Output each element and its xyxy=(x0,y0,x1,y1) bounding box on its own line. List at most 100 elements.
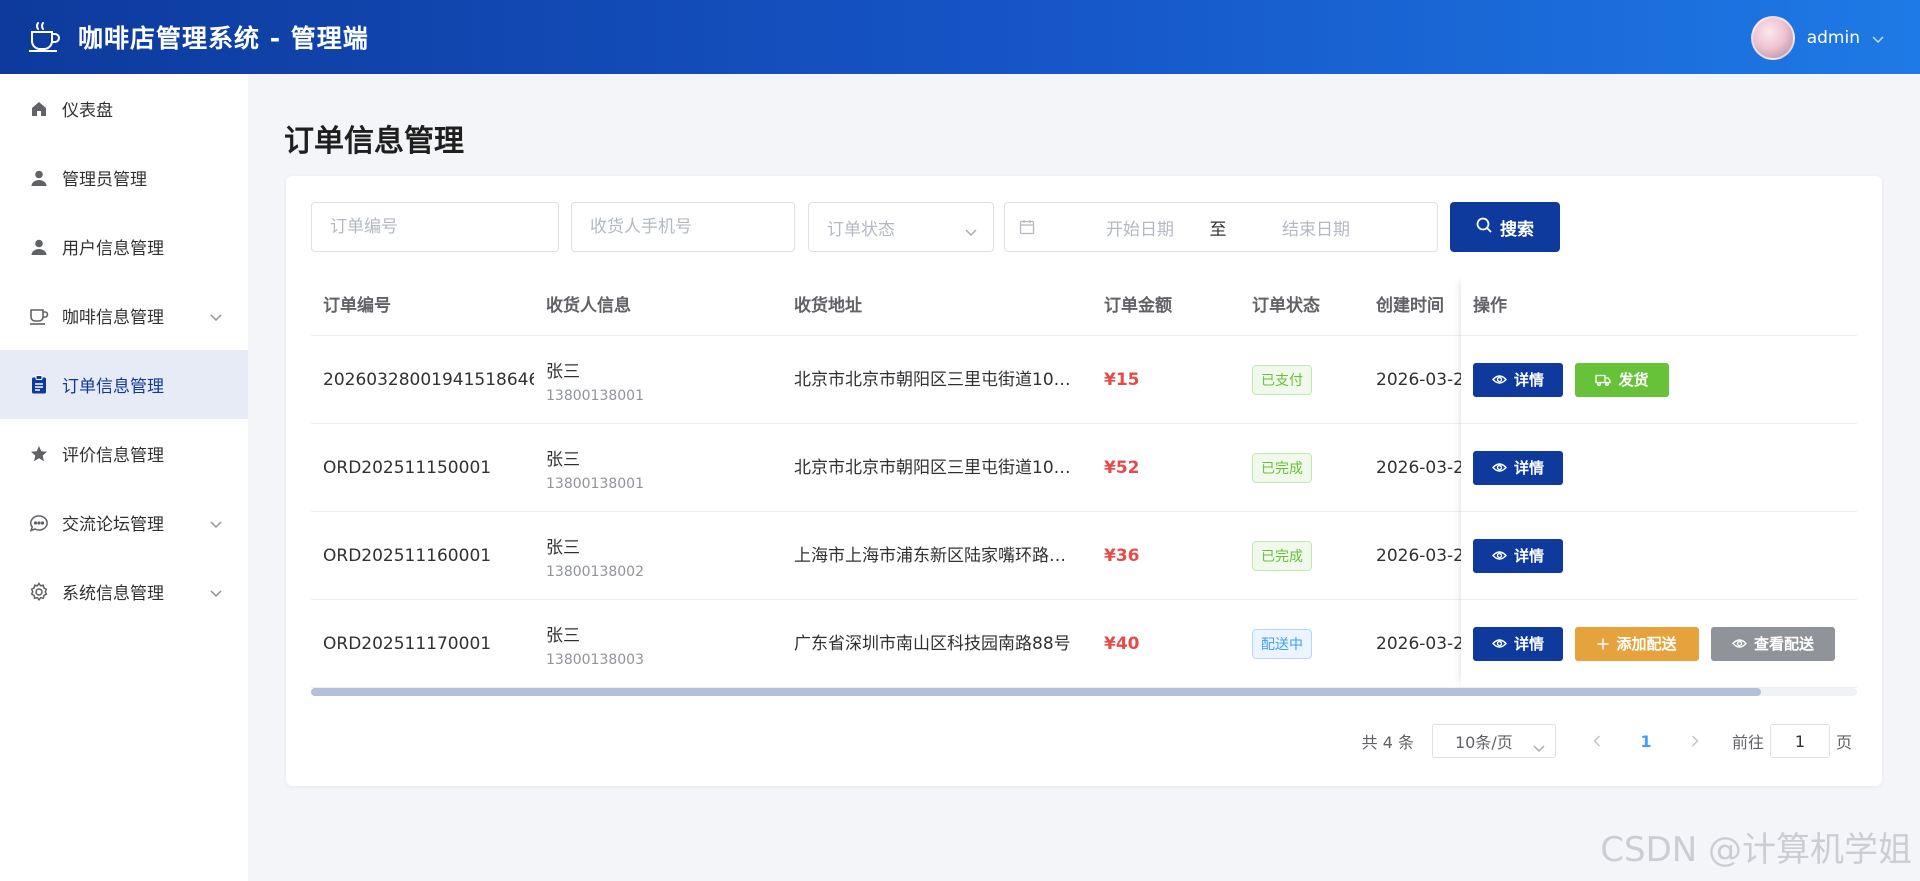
order-number: ORD202511170001 xyxy=(323,634,492,654)
order-number-input[interactable] xyxy=(311,202,559,252)
detail-button[interactable]: 详情 xyxy=(1473,538,1563,573)
detail-button-label: 详情 xyxy=(1513,459,1544,477)
column-header-status: 订单状态 xyxy=(1252,296,1320,316)
chat-icon xyxy=(28,512,50,534)
column-header-address: 收货地址 xyxy=(794,296,862,316)
sidebar-item-coffee[interactable]: 咖啡信息管理 xyxy=(0,281,248,350)
receiver-address: 上海市上海市浦东新区陆家嘴环路… xyxy=(794,546,1066,566)
view-delivery-button[interactable]: 查看配送 xyxy=(1711,626,1835,661)
chevron-down-icon[interactable] xyxy=(1872,29,1884,48)
order-amount: ¥52 xyxy=(1104,458,1140,478)
chevron-down-icon[interactable] xyxy=(210,583,222,603)
order-number: 20260328001941518646 xyxy=(323,370,534,390)
sidebar-item-label: 管理员管理 xyxy=(62,170,147,190)
sidebar-item-label: 仪表盘 xyxy=(62,101,113,121)
goto-label: 前往 xyxy=(1731,733,1764,752)
order-amount: ¥36 xyxy=(1104,546,1140,566)
detail-button[interactable]: 详情 xyxy=(1473,450,1563,485)
detail-button-label: 详情 xyxy=(1513,635,1544,653)
calendar-icon xyxy=(1019,219,1035,240)
receiver-name: 张三 xyxy=(546,361,580,382)
order-amount: ¥15 xyxy=(1104,370,1140,390)
receiver-name: 张三 xyxy=(546,625,580,646)
eye-icon xyxy=(1492,551,1507,560)
receiver-info: 张三 13800138003 xyxy=(534,600,782,688)
ship-button-label: 发货 xyxy=(1618,371,1649,389)
sidebar: 仪表盘 管理员管理 用户信息管理 咖啡信息管理 订单信息管理 评价信息管理 交流… xyxy=(0,74,248,881)
sidebar-item-reviews[interactable]: 评价信息管理 xyxy=(0,419,248,488)
horizontal-scrollbar[interactable] xyxy=(311,688,1857,696)
order-status: 已完成 xyxy=(1240,424,1364,512)
sidebar-item-orders[interactable]: 订单信息管理 xyxy=(0,350,248,419)
order-status-select[interactable]: 订单状态 xyxy=(808,202,994,252)
date-end-input[interactable]: 结束日期 xyxy=(1251,215,1381,240)
orders-card: 订单状态 开始日期 至 结束日期 搜索 订单编号 收货人信息 收货地址 订单金额 xyxy=(286,176,1882,786)
page-number-current[interactable]: 1 xyxy=(1626,732,1666,751)
sidebar-item-forum[interactable]: 交流论坛管理 xyxy=(0,488,248,557)
chevron-right-icon[interactable] xyxy=(1680,735,1710,747)
sidebar-item-users[interactable]: 用户信息管理 xyxy=(0,212,248,281)
search-button[interactable]: 搜索 xyxy=(1450,202,1560,252)
order-status-placeholder: 订单状态 xyxy=(827,219,895,240)
status-badge: 配送中 xyxy=(1252,629,1312,659)
receiver-info: 张三 13800138001 xyxy=(534,424,782,512)
row-actions: 详情 发货 xyxy=(1461,336,1857,424)
sidebar-item-admins[interactable]: 管理员管理 xyxy=(0,143,248,212)
detail-button[interactable]: 详情 xyxy=(1473,626,1563,661)
eye-icon xyxy=(1492,375,1507,384)
view-delivery-button-label: 查看配送 xyxy=(1753,635,1814,653)
date-start-input[interactable]: 开始日期 xyxy=(1085,215,1195,240)
page-size-select[interactable]: 10条/页 xyxy=(1431,724,1556,758)
page-size-value: 10条/页 xyxy=(1454,733,1513,752)
receiver-address: 北京市北京市朝阳区三里屯街道10… xyxy=(794,458,1071,478)
pagination: 共 4 条 10条/页 1 前往 页 xyxy=(1362,724,1852,758)
status-badge: 已完成 xyxy=(1252,541,1312,571)
column-header-receiver: 收货人信息 xyxy=(546,296,631,316)
coffee-cup-icon xyxy=(28,305,50,327)
user-icon xyxy=(28,236,50,258)
status-badge: 已完成 xyxy=(1252,453,1312,483)
user-menu[interactable]: admin xyxy=(1750,16,1884,60)
chevron-down-icon[interactable] xyxy=(210,307,222,327)
search-button-label: 搜索 xyxy=(1500,219,1534,240)
receiver-name: 张三 xyxy=(546,537,580,558)
receiver-phone: 13800138003 xyxy=(546,651,644,668)
eye-icon xyxy=(1492,639,1507,648)
sidebar-item-dashboard[interactable]: 仪表盘 xyxy=(0,74,248,143)
order-status: 配送中 xyxy=(1240,600,1364,688)
home-icon xyxy=(28,98,50,120)
receiver-phone: 13800138002 xyxy=(546,563,644,580)
chevron-left-icon[interactable] xyxy=(1582,735,1612,747)
order-status: 已支付 xyxy=(1240,336,1364,424)
plus-icon xyxy=(1597,638,1609,649)
row-actions: 详情 xyxy=(1461,512,1857,600)
row-actions: 详情 添加配送 查看配送 xyxy=(1461,600,1857,688)
sidebar-item-label: 交流论坛管理 xyxy=(62,515,164,535)
receiver-phone: 13800138001 xyxy=(546,475,644,492)
sidebar-item-label: 评价信息管理 xyxy=(62,446,164,466)
page-jump-input[interactable] xyxy=(1769,724,1830,758)
chevron-down-icon[interactable] xyxy=(210,514,222,534)
receiver-name: 张三 xyxy=(546,449,580,470)
order-status: 已完成 xyxy=(1240,512,1364,600)
date-range-picker[interactable]: 开始日期 至 结束日期 xyxy=(1004,202,1438,252)
receiver-phone: 13800138001 xyxy=(546,387,644,404)
top-header: 咖啡店管理系统 - 管理端 admin xyxy=(0,0,1920,74)
sidebar-item-label: 咖啡信息管理 xyxy=(62,308,164,328)
username[interactable]: admin xyxy=(1807,28,1860,48)
chevron-down-icon xyxy=(965,222,977,242)
page-title: 订单信息管理 xyxy=(284,124,464,159)
clipboard-icon xyxy=(28,374,50,396)
detail-button[interactable]: 详情 xyxy=(1473,362,1563,397)
sidebar-item-system[interactable]: 系统信息管理 xyxy=(0,557,248,626)
scrollbar-thumb[interactable] xyxy=(311,688,1761,696)
ship-button[interactable]: 发货 xyxy=(1575,362,1669,397)
receiver-phone-input[interactable] xyxy=(571,202,795,252)
star-icon xyxy=(28,443,50,465)
column-header-actions: 操作 xyxy=(1461,276,1857,336)
order-number: ORD202511150001 xyxy=(323,458,492,478)
add-delivery-button[interactable]: 添加配送 xyxy=(1575,626,1699,661)
avatar[interactable] xyxy=(1750,16,1795,60)
detail-button-label: 详情 xyxy=(1513,547,1544,565)
sidebar-item-label: 订单信息管理 xyxy=(62,377,164,397)
